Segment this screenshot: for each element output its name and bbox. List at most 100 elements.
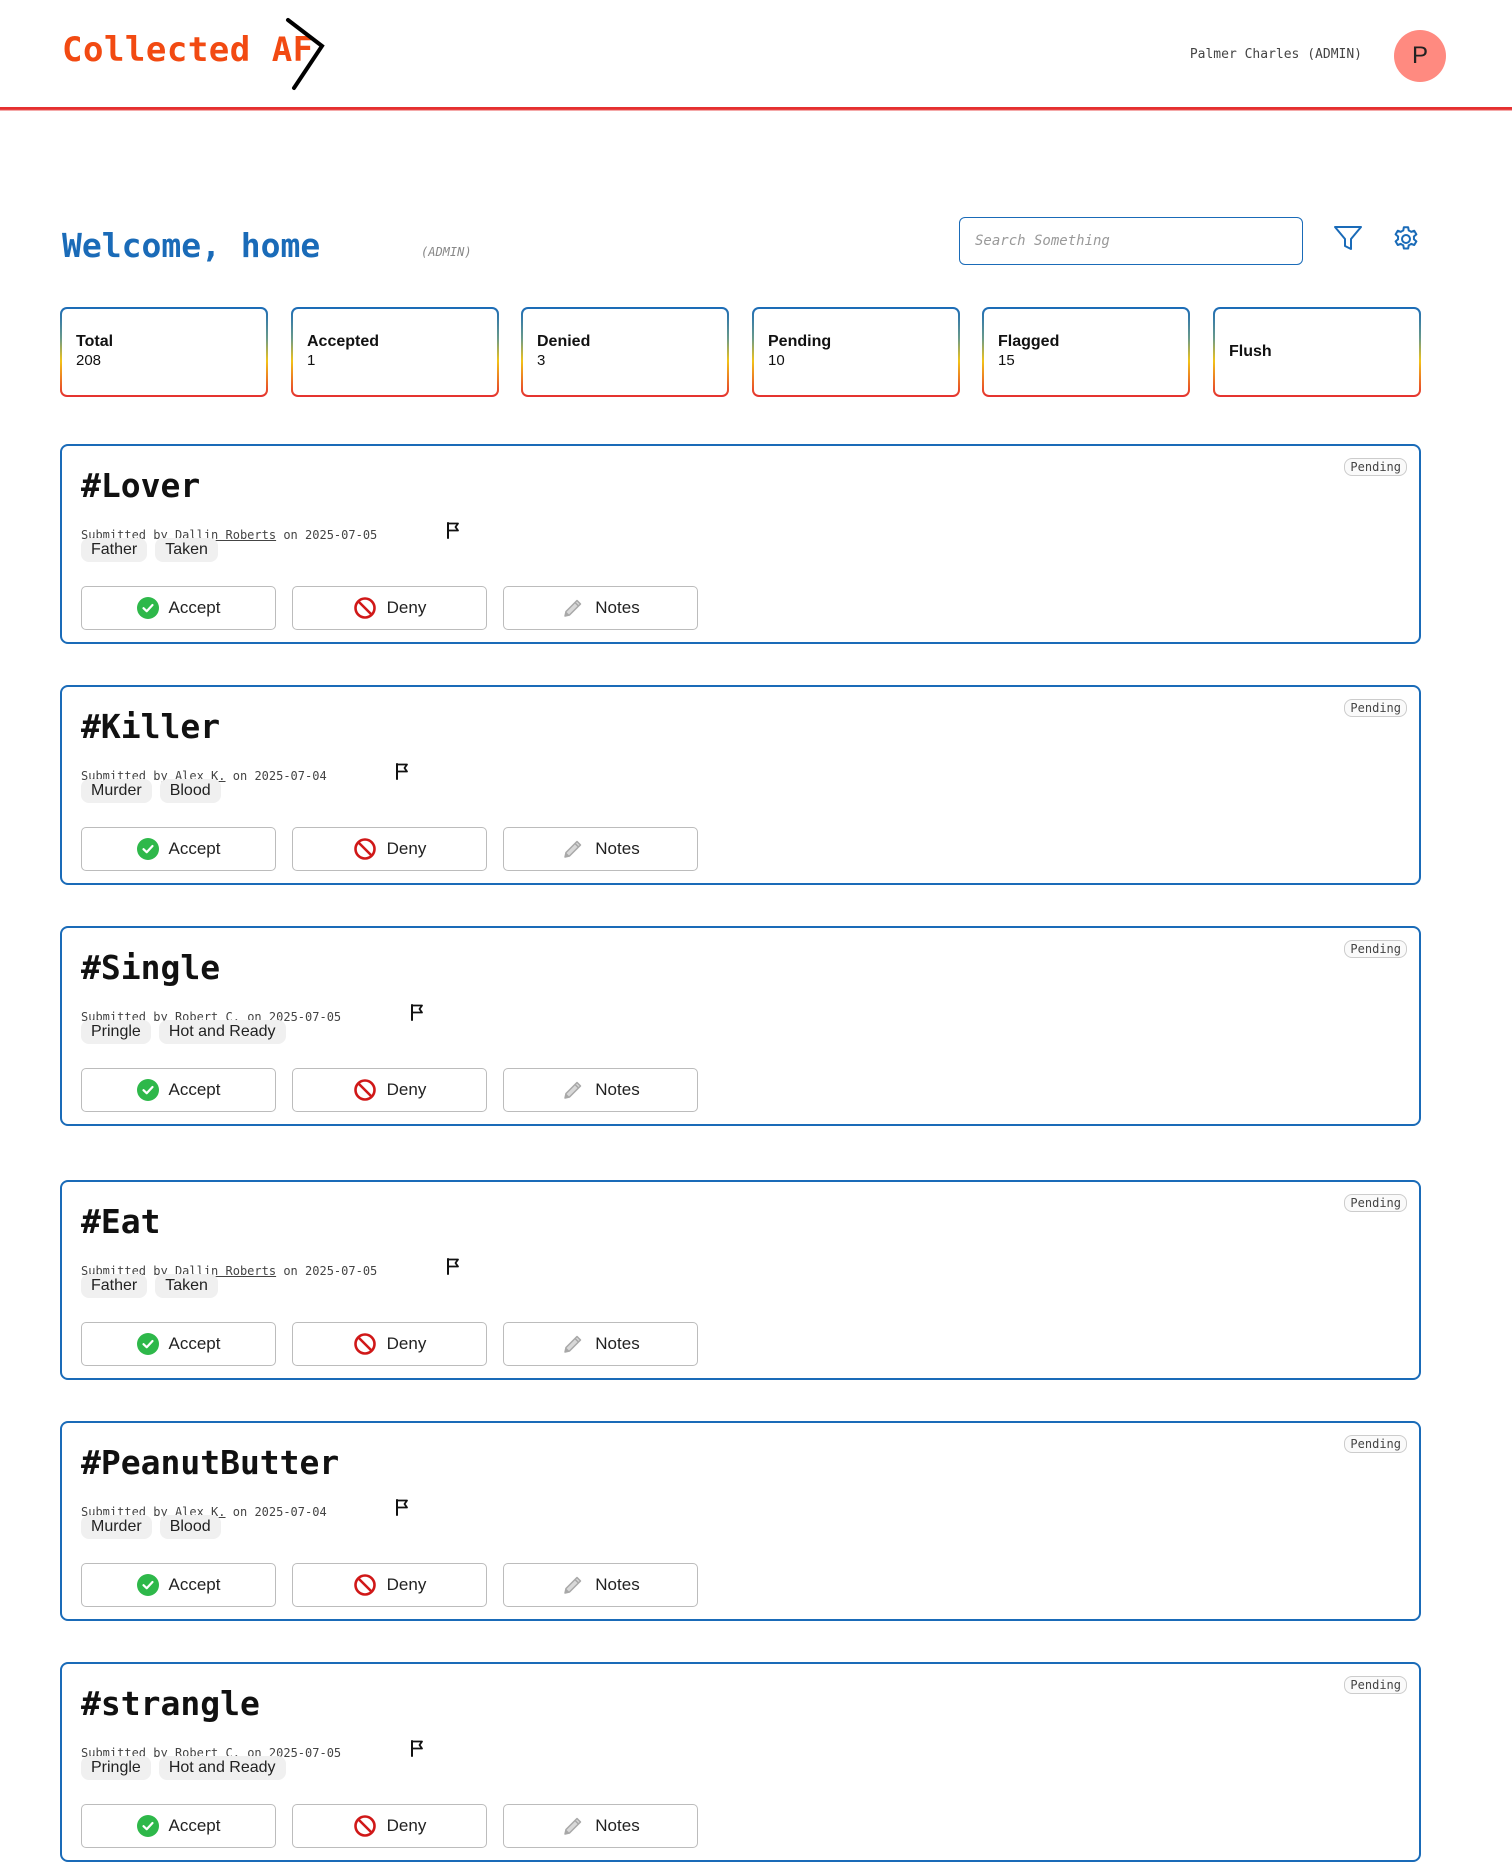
notes-button[interactable]: Notes [503,1563,698,1607]
accept-label: Accept [168,1080,221,1099]
pencil-icon [564,1335,582,1353]
action-row: Accept Deny Notes [81,586,698,630]
stat-pending[interactable]: Pending 10 [752,307,960,397]
action-row: Accept Deny Notes [81,1563,698,1607]
tag-chip: Murder [81,1515,152,1539]
accept-button[interactable]: Accept [81,1068,276,1112]
flag-icon[interactable] [337,1484,411,1533]
user-label: Palmer Charles (ADMIN) [1189,47,1362,62]
notes-button[interactable]: Notes [503,586,698,630]
deny-label: Deny [386,1816,427,1835]
deny-button[interactable]: Deny [292,827,487,871]
flag-icon[interactable] [351,1725,425,1774]
avatar[interactable]: P [1394,30,1446,82]
action-row: Accept Deny Notes [81,1068,698,1112]
stat-accepted[interactable]: Accepted 1 [291,307,499,397]
submission-date: 2025-07-04 [254,768,327,783]
accept-label: Accept [168,598,221,617]
tag-chip: Father [81,538,148,562]
stat-value: 1 [307,352,316,369]
stat-label: Denied [537,333,591,350]
accept-label: Accept [168,1816,221,1835]
status-badge: Pending [1344,1435,1407,1453]
stat-flagged[interactable]: Flagged 15 [982,307,1190,397]
flag-icon[interactable] [387,507,461,556]
brand-logo[interactable]: Collected AF [62,30,314,70]
accept-label: Accept [168,1575,221,1594]
prohibited-icon [353,597,376,619]
stat-label: Flagged [998,333,1060,350]
accept-button[interactable]: Accept [81,1322,276,1366]
submission-title: #Killer [81,707,221,746]
on-label: on [283,527,298,542]
notes-button[interactable]: Notes [503,1322,698,1366]
submission-card: Pending #Single Submitted by Robert C. o… [60,926,1421,1126]
deny-button[interactable]: Deny [292,586,487,630]
tag-list: Father Taken [81,538,218,562]
notes-button[interactable]: Notes [503,1068,698,1112]
accept-button[interactable]: Accept [81,586,276,630]
tag-chip: Blood [159,1515,221,1539]
prohibited-icon [353,1574,376,1596]
flag-icon[interactable] [351,989,425,1038]
status-badge: Pending [1344,940,1407,958]
prohibited-icon [353,838,376,860]
deny-button[interactable]: Deny [292,1563,487,1607]
status-badge: Pending [1344,1194,1407,1212]
submission-title: #PeanutButter [81,1443,340,1482]
deny-button[interactable]: Deny [292,1322,487,1366]
action-row: Accept Deny Notes [81,827,698,871]
pencil-icon [564,840,582,858]
top-bar: Collected AF Palmer Charles (ADMIN) P [0,0,1512,108]
submission-title: #strangle [81,1684,260,1723]
stat-value: 3 [537,352,546,369]
stat-label: Flush [1229,343,1272,360]
tag-list: Pringle Hot and Ready [81,1756,286,1780]
gear-icon[interactable] [1391,224,1421,259]
on-label: on [232,1504,248,1519]
notes-label: Notes [595,598,640,617]
accept-button[interactable]: Accept [81,827,276,871]
flush-button[interactable]: Flush [1213,307,1421,397]
filter-icon[interactable] [1333,224,1363,257]
status-badge: Pending [1344,699,1407,717]
submission-date: 2025-07-05 [305,1263,378,1278]
logo-mark-icon [286,18,325,90]
flag-icon[interactable] [387,1243,461,1292]
submission-date: 2025-07-05 [305,527,378,542]
on-label: on [283,1263,298,1278]
accept-button[interactable]: Accept [81,1804,276,1848]
accept-button[interactable]: Accept [81,1563,276,1607]
flag-icon[interactable] [337,748,411,797]
stat-denied[interactable]: Denied 3 [521,307,729,397]
action-row: Accept Deny Notes [81,1322,698,1366]
deny-button[interactable]: Deny [292,1068,487,1112]
action-row: Accept Deny Notes [81,1804,698,1848]
notes-label: Notes [595,1334,640,1353]
stat-value: 10 [768,352,785,369]
search-input[interactable] [959,217,1303,265]
deny-label: Deny [386,1575,427,1594]
header-divider [0,107,1512,111]
submission-title: #Lover [81,466,201,505]
submission-card: Pending #PeanutButter Submitted by Alex … [60,1421,1421,1621]
tag-chip: Taken [155,1274,218,1298]
tag-chip: Father [81,1274,148,1298]
check-circle-icon [136,1574,159,1596]
tag-chip: Pringle [81,1756,151,1780]
notes-button[interactable]: Notes [503,1804,698,1848]
accept-label: Accept [168,839,221,858]
stat-label: Pending [768,333,832,350]
notes-button[interactable]: Notes [503,827,698,871]
stat-total[interactable]: Total 208 [60,307,268,397]
pencil-icon [564,1817,582,1835]
tag-chip: Hot and Ready [158,1756,286,1780]
role-tag: (ADMIN) [421,245,472,259]
notes-label: Notes [595,1816,640,1835]
stat-value: 15 [998,352,1015,369]
check-circle-icon [136,1815,159,1837]
pencil-icon [564,1081,582,1099]
deny-button[interactable]: Deny [292,1804,487,1848]
prohibited-icon [353,1079,376,1101]
deny-label: Deny [386,839,427,858]
